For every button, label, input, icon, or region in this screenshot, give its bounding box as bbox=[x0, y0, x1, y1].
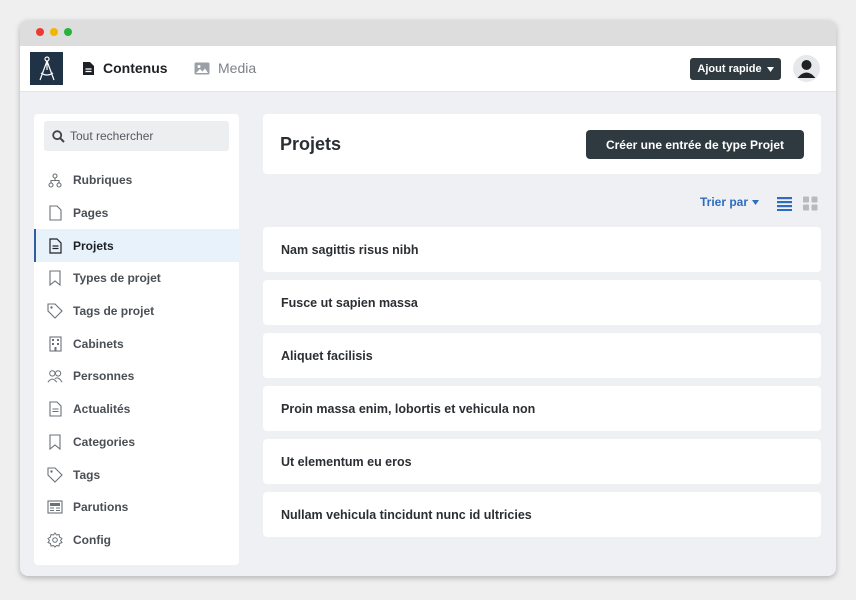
sidebar-menu: Rubriques Pages Projets Types de projet … bbox=[34, 164, 239, 556]
sidebar-item-personnes[interactable]: Personnes bbox=[34, 360, 239, 393]
sidebar-item-tags[interactable]: Tags bbox=[34, 458, 239, 491]
caret-down-icon bbox=[766, 66, 774, 72]
building-icon bbox=[48, 336, 62, 352]
caret-down-icon bbox=[752, 199, 760, 205]
page-icon bbox=[48, 205, 62, 221]
bookmark-icon bbox=[49, 270, 61, 287]
sidebar-item-types-de-projet[interactable]: Types de projet bbox=[34, 262, 239, 295]
sidebar-item-label: Personnes bbox=[73, 369, 135, 384]
list-item[interactable]: Proin massa enim, lobortis et vehicula n… bbox=[263, 386, 821, 431]
user-avatar[interactable] bbox=[793, 55, 820, 82]
nav-media[interactable]: Media bbox=[194, 60, 256, 76]
list-item-title: Nam sagittis risus nibh bbox=[281, 242, 419, 257]
compass-logo-icon bbox=[38, 55, 55, 80]
sidebar-item-label: Rubriques bbox=[73, 173, 133, 188]
quick-add-label: Ajout rapide bbox=[697, 63, 762, 75]
search-icon bbox=[52, 129, 65, 143]
grid-view-icon bbox=[803, 196, 818, 211]
minimize-window-button[interactable] bbox=[50, 28, 58, 36]
tag-icon bbox=[47, 466, 63, 483]
top-navbar: Contenus Media Ajout rapide bbox=[20, 46, 836, 92]
list-view-icon bbox=[777, 197, 792, 211]
sort-dropdown[interactable]: Trier par bbox=[700, 195, 760, 209]
page-header: Projets Créer une entrée de type Projet bbox=[263, 114, 821, 174]
page-title: Projets bbox=[280, 134, 342, 154]
close-window-button[interactable] bbox=[36, 28, 44, 36]
tag-icon bbox=[47, 303, 63, 319]
app-logo[interactable] bbox=[30, 52, 63, 85]
grid-view-toggle[interactable] bbox=[803, 196, 818, 216]
list-item[interactable]: Nam sagittis risus nibh bbox=[263, 227, 821, 272]
sidebar-item-label: Config bbox=[73, 532, 111, 547]
list-item[interactable]: Fusce ut sapien massa bbox=[263, 280, 821, 325]
app-window: Contenus Media Ajout rapide Tout recherc… bbox=[20, 20, 836, 576]
list-item-title: Aliquet facilisis bbox=[281, 348, 373, 363]
list-item-title: Ut elementum eu eros bbox=[281, 454, 412, 469]
bookmark-icon bbox=[49, 434, 61, 450]
list-item[interactable]: Aliquet facilisis bbox=[263, 333, 821, 378]
search-input[interactable]: Tout rechercher bbox=[70, 129, 153, 143]
sidebar-item-cabinets[interactable]: Cabinets bbox=[34, 327, 239, 360]
project-list: Nam sagittis risus nibh Fusce ut sapien … bbox=[263, 227, 821, 545]
people-icon bbox=[47, 370, 63, 383]
list-item[interactable]: Ut elementum eu eros bbox=[263, 439, 821, 484]
hierarchy-icon bbox=[48, 173, 62, 188]
sidebar-search[interactable]: Tout rechercher bbox=[44, 121, 229, 151]
sidebar-item-parutions[interactable]: Parutions bbox=[34, 491, 239, 524]
sidebar-item-categories[interactable]: Categories bbox=[34, 426, 239, 459]
user-icon bbox=[793, 55, 820, 82]
sidebar-item-label: Types de projet bbox=[73, 271, 161, 286]
sidebar-item-tags-de-projet[interactable]: Tags de projet bbox=[34, 295, 239, 328]
sidebar-item-label: Categories bbox=[73, 434, 136, 449]
newspaper-icon bbox=[47, 500, 63, 514]
document-icon bbox=[48, 238, 62, 254]
list-item[interactable]: Nullam vehicula tincidunt nunc id ultric… bbox=[263, 492, 821, 537]
sidebar-item-config[interactable]: Config bbox=[34, 524, 239, 557]
sort-label: Trier par bbox=[700, 195, 749, 209]
sidebar-item-actualites[interactable]: Actualités bbox=[34, 393, 239, 426]
window-titlebar bbox=[20, 20, 836, 46]
list-view-toggle[interactable] bbox=[777, 196, 792, 216]
quick-add-button[interactable]: Ajout rapide bbox=[690, 58, 781, 80]
sidebar-item-rubriques[interactable]: Rubriques bbox=[34, 164, 239, 197]
gear-icon bbox=[47, 532, 63, 548]
sidebar: Tout rechercher Rubriques Pages Projets … bbox=[34, 114, 239, 565]
list-item-title: Fusce ut sapien massa bbox=[281, 295, 418, 310]
document-icon bbox=[83, 61, 94, 75]
nav-contenus[interactable]: Contenus bbox=[82, 60, 168, 76]
sidebar-item-label: Tags de projet bbox=[73, 304, 155, 319]
sidebar-item-label: Projets bbox=[73, 238, 114, 253]
maximize-window-button[interactable] bbox=[64, 28, 72, 36]
sidebar-item-label: Actualités bbox=[73, 402, 131, 417]
image-icon bbox=[194, 62, 210, 74]
sidebar-item-label: Cabinets bbox=[73, 336, 124, 351]
sidebar-item-label: Tags bbox=[73, 467, 101, 482]
list-item-title: Proin massa enim, lobortis et vehicula n… bbox=[281, 401, 536, 416]
sidebar-item-pages[interactable]: Pages bbox=[34, 197, 239, 230]
sidebar-item-label: Pages bbox=[73, 206, 109, 221]
sidebar-item-label: Parutions bbox=[73, 500, 129, 515]
nav-media-label: Media bbox=[218, 60, 257, 76]
create-project-button[interactable]: Créer une entrée de type Projet bbox=[586, 130, 804, 159]
sidebar-item-projets[interactable]: Projets bbox=[34, 229, 239, 263]
list-item-title: Nullam vehicula tincidunt nunc id ultric… bbox=[281, 507, 532, 522]
nav-contenus-label: Contenus bbox=[103, 60, 168, 76]
news-icon bbox=[48, 401, 62, 417]
